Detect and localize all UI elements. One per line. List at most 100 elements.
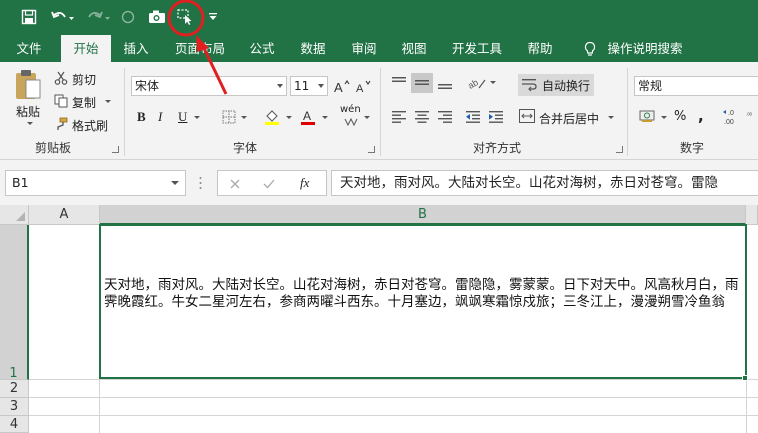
tell-me-search[interactable]: 操作说明搜索 <box>602 35 688 62</box>
column-header-b[interactable]: B <box>100 205 746 225</box>
column-header-c[interactable] <box>746 205 758 225</box>
group-divider <box>627 68 628 156</box>
copy-dropdown-icon[interactable] <box>103 98 111 104</box>
wrap-text-label: 自动换行 <box>541 78 590 93</box>
align-left-icon[interactable] <box>390 109 408 125</box>
middle-align-icon[interactable] <box>411 73 433 93</box>
percent-style-button[interactable]: % <box>674 109 686 124</box>
italic-button[interactable]: I <box>158 109 162 125</box>
redo-icon[interactable] <box>84 6 112 28</box>
customize-dropdown-icon[interactable] <box>206 6 220 28</box>
cut-icon[interactable] <box>53 70 69 86</box>
underline-dropdown-icon[interactable] <box>192 114 200 120</box>
format-painter-icon[interactable] <box>53 116 69 132</box>
cancel-icon[interactable] <box>228 177 242 191</box>
font-name-value: 宋体 <box>135 79 160 93</box>
paste-dropdown-icon[interactable] <box>25 120 33 126</box>
name-box-value: B1 <box>12 175 29 190</box>
phonetic-guide-icon <box>343 116 359 128</box>
tab-data[interactable]: 数据 <box>290 35 336 62</box>
row-header-3[interactable]: 3 <box>0 398 29 416</box>
svg-text:.0: .0 <box>728 110 734 117</box>
row-header-1[interactable]: 1 <box>0 225 29 380</box>
camera-icon[interactable] <box>146 6 168 28</box>
borders-icon[interactable] <box>220 108 238 126</box>
paste-icon[interactable] <box>10 68 46 102</box>
ribbon-home: 粘贴 剪切 复制 格式刷 剪贴板 宋体 11 A A B I U A wén 字… <box>0 62 758 160</box>
tab-file[interactable]: 文件 <box>6 35 52 62</box>
gridline <box>29 379 758 380</box>
tab-home[interactable]: 开始 <box>61 35 111 62</box>
fill-color-icon[interactable] <box>262 107 282 127</box>
tab-developer[interactable]: 开发工具 <box>447 35 507 62</box>
font-name-select[interactable]: 宋体 <box>131 76 287 96</box>
insert-function-button[interactable]: fx <box>300 175 309 191</box>
top-align-icon[interactable] <box>390 74 408 92</box>
tab-review[interactable]: 审阅 <box>342 35 386 62</box>
number-format-select[interactable]: 常规 <box>634 76 758 96</box>
cut-button[interactable]: 剪切 <box>72 71 96 88</box>
merge-center-button[interactable]: 合并后居中 <box>539 110 599 127</box>
phonetic-dropdown-icon[interactable] <box>362 114 370 120</box>
decrease-indent-icon[interactable] <box>464 109 482 125</box>
title-bar <box>0 0 758 35</box>
bold-button[interactable]: B <box>137 109 146 125</box>
formula-bar-grip-icon[interactable] <box>199 174 202 192</box>
orientation-dropdown-icon[interactable] <box>488 79 496 85</box>
decrease-font-size-icon[interactable]: A <box>354 76 374 96</box>
name-box[interactable]: B1 <box>5 170 186 196</box>
clipboard-group-label: 剪贴板 <box>34 141 71 155</box>
wrap-text-button[interactable]: 自动换行 <box>518 74 594 96</box>
tab-page-layout[interactable]: 页面布局 <box>166 35 234 62</box>
save-icon[interactable] <box>18 6 40 28</box>
gridline <box>29 415 758 416</box>
borders-dropdown-icon[interactable] <box>239 114 247 120</box>
increase-font-size-icon[interactable]: A <box>332 76 352 96</box>
font-color-dropdown-icon[interactable] <box>320 114 328 120</box>
copy-icon[interactable] <box>53 93 69 109</box>
copy-button[interactable]: 复制 <box>72 94 96 111</box>
select-cursor-icon[interactable] <box>174 6 196 28</box>
alignment-launcher-icon[interactable] <box>616 146 623 153</box>
clipboard-launcher-icon[interactable] <box>112 146 119 153</box>
increase-decimal-icon[interactable]: .0.00 <box>722 106 744 126</box>
phonetic-guide-button[interactable]: wén <box>340 104 361 115</box>
formula-input[interactable]: 天对地，雨对风。大陆对长空。山花对海树，赤日对苍穹。雷隐 <box>331 170 758 196</box>
format-painter-button[interactable]: 格式刷 <box>72 117 108 134</box>
enter-check-icon[interactable] <box>262 177 276 191</box>
align-center-icon[interactable] <box>413 109 431 125</box>
undo-icon[interactable] <box>48 6 76 28</box>
tab-help[interactable]: 帮助 <box>518 35 562 62</box>
accounting-dropdown-icon[interactable] <box>659 114 667 120</box>
row-header-2[interactable]: 2 <box>0 380 29 398</box>
tab-insert[interactable]: 插入 <box>114 35 158 62</box>
tab-view[interactable]: 视图 <box>392 35 436 62</box>
fill-handle[interactable] <box>742 375 748 381</box>
formula-bar: B1 fx 天对地，雨对风。大陆对长空。山花对海树，赤日对苍穹。雷隐 <box>0 160 758 205</box>
group-divider <box>380 68 381 156</box>
orientation-icon[interactable]: ab <box>466 74 488 92</box>
align-right-icon[interactable] <box>436 109 454 125</box>
decrease-decimal-icon[interactable]: .00 <box>745 106 758 126</box>
comma-style-button[interactable]: , <box>698 107 704 125</box>
cell-a1[interactable] <box>30 226 99 379</box>
font-launcher-icon[interactable] <box>368 146 375 153</box>
circle-icon[interactable] <box>118 6 138 28</box>
cell-b1[interactable]: 天对地，雨对风。大陆对长空。山花对海树，赤日对苍穹。雷隐隐，雾蒙蒙。日下对天中。… <box>99 224 747 379</box>
accounting-format-icon[interactable] <box>638 107 658 125</box>
paste-button[interactable]: 粘贴 <box>16 103 40 120</box>
bottom-align-icon[interactable] <box>436 74 454 92</box>
select-all-button[interactable] <box>0 205 29 225</box>
fill-color-dropdown-icon[interactable] <box>284 114 292 120</box>
row-header-4[interactable]: 4 <box>0 416 29 433</box>
underline-button[interactable]: U <box>178 109 187 125</box>
column-header-a[interactable]: A <box>29 205 100 225</box>
merge-center-dropdown-icon[interactable] <box>606 114 614 120</box>
merge-center-icon[interactable] <box>518 107 536 125</box>
increase-indent-icon[interactable] <box>487 109 505 125</box>
font-color-icon[interactable]: A <box>298 107 318 127</box>
font-size-select[interactable]: 11 <box>290 76 328 96</box>
number-group-label: 数字 <box>679 141 704 155</box>
tab-formulas[interactable]: 公式 <box>240 35 284 62</box>
font-size-value: 11 <box>294 79 310 93</box>
